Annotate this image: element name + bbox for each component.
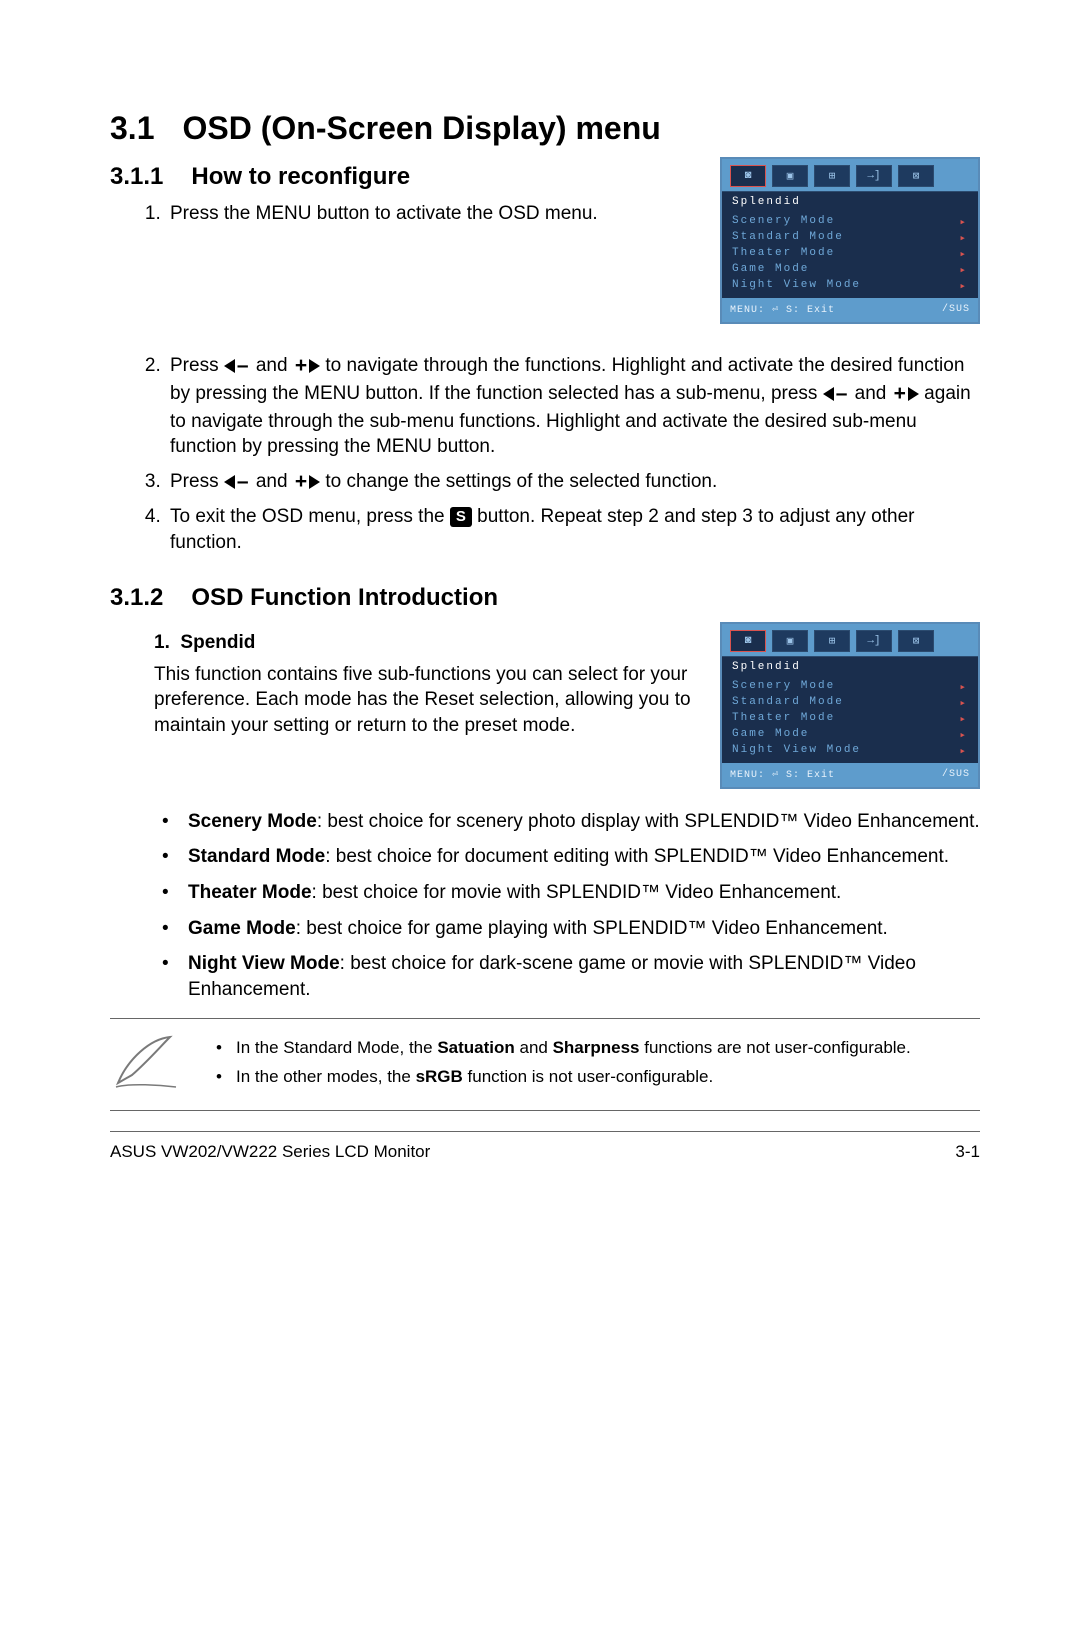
list-item: Standard Mode: best choice for document … (154, 844, 980, 870)
chevron-right-icon: ▸ (959, 696, 968, 710)
osd-footer: MENU: ⏎ S: Exit /SUS (722, 763, 978, 787)
osd-tab-image-icon: ▣ (772, 165, 808, 187)
footer-page-number: 3-1 (955, 1142, 980, 1162)
page-footer: ASUS VW202/VW222 Series LCD Monitor 3-1 (110, 1131, 980, 1162)
list-item: Theater Mode: best choice for movie with… (154, 880, 980, 906)
chevron-right-icon: ▸ (959, 247, 968, 261)
osd-item: Standard Mode▸ (722, 695, 978, 711)
chevron-right-icon: ▸ (959, 215, 968, 229)
plus-icon: + (293, 470, 309, 493)
subsection-312-number: 3.1.2 (110, 584, 163, 612)
mode-desc: : best choice for game playing with SPLE… (296, 918, 888, 939)
step-3: Press – and + to change the settings of … (166, 468, 980, 496)
step-2: Press – and + to navigate through the fu… (166, 352, 980, 460)
subsection-311-number: 3.1.1 (110, 163, 163, 191)
step-4: To exit the OSD menu, press the S button… (166, 504, 980, 555)
osd-items: Scenery Mode▸ Standard Mode▸ Theater Mod… (722, 214, 978, 298)
triangle-right-icon (908, 387, 919, 401)
chevron-right-icon: ▸ (959, 680, 968, 694)
subsection-311-title: How to reconfigure (191, 163, 410, 190)
osd-tab-image-icon: ▣ (772, 630, 808, 652)
subsection-312: 3.1.2 OSD Function Introduction (110, 584, 980, 612)
osd-item: Night View Mode▸ (722, 278, 978, 294)
osd-footer: MENU: ⏎ S: Exit /SUS (722, 298, 978, 322)
triangle-left-icon (224, 359, 235, 373)
triangle-right-icon (309, 359, 320, 373)
minus-icon: – (834, 382, 850, 405)
triangle-left-icon (224, 475, 235, 489)
list-item: Game Mode: best choice for game playing … (154, 916, 980, 942)
plus-icon: + (293, 354, 309, 377)
chevron-right-icon: ▸ (959, 744, 968, 758)
osd-item: Scenery Mode▸ (722, 679, 978, 695)
mode-name: Theater Mode (188, 882, 312, 903)
osd-tab-system-icon: ⊠ (898, 165, 934, 187)
mode-desc: : best choice for movie with SPLENDID™ V… (312, 882, 842, 903)
step-1: Press the MENU button to activate the OS… (166, 201, 696, 227)
osd-tabs: ◙ ▣ ⊞ →] ⊠ (722, 159, 978, 191)
section-title-text: OSD (On-Screen Display) menu (182, 110, 660, 146)
osd-tab-splendid-icon: ◙ (730, 165, 766, 187)
minus-icon: – (235, 354, 251, 377)
osd-item: Game Mode▸ (722, 262, 978, 278)
section-number: 3.1 (110, 110, 154, 147)
osd-item: Theater Mode▸ (722, 711, 978, 727)
chevron-right-icon: ▸ (959, 279, 968, 293)
splendid-title: Spendid (180, 632, 255, 653)
osd-item: Night View Mode▸ (722, 743, 978, 759)
subsection-311: 3.1.1 How to reconfigure (110, 163, 696, 191)
s-button-icon: S (450, 507, 472, 527)
quill-icon (110, 1031, 190, 1096)
mode-desc: : best choice for scenery photo display … (317, 811, 980, 832)
splendid-paragraph: This function contains five sub-function… (154, 662, 696, 739)
splendid-number: 1. (154, 632, 170, 653)
osd-tab-color-icon: ⊞ (814, 630, 850, 652)
triangle-right-icon (309, 475, 320, 489)
osd-screenshot-1: ◙ ▣ ⊞ →] ⊠ Splendid Scenery Mode▸ Standa… (720, 157, 980, 324)
chevron-right-icon: ▸ (959, 263, 968, 277)
osd-screenshot-2: ◙ ▣ ⊞ →] ⊠ Splendid Scenery Mode▸ Standa… (720, 622, 980, 789)
osd-tab-input-icon: →] (856, 165, 892, 187)
chevron-right-icon: ▸ (959, 712, 968, 726)
section-heading: 3.1 OSD (On-Screen Display) menu (110, 110, 980, 147)
osd-footer-logo: /SUS (942, 769, 970, 781)
osd-item: Theater Mode▸ (722, 246, 978, 262)
osd-items: Scenery Mode▸ Standard Mode▸ Theater Mod… (722, 679, 978, 763)
osd-tab-system-icon: ⊠ (898, 630, 934, 652)
footer-left: ASUS VW202/VW222 Series LCD Monitor (110, 1142, 430, 1162)
subsection-312-title: OSD Function Introduction (191, 584, 498, 611)
mode-name: Scenery Mode (188, 811, 317, 832)
note-block: In the Standard Mode, the Satuation and … (110, 1018, 980, 1111)
osd-tab-color-icon: ⊞ (814, 165, 850, 187)
osd-item: Standard Mode▸ (722, 230, 978, 246)
mode-list: Scenery Mode: best choice for scenery ph… (154, 809, 980, 1003)
list-item: Night View Mode: best choice for dark-sc… (154, 951, 980, 1002)
osd-footer-left: MENU: ⏎ S: Exit (730, 304, 835, 316)
osd-footer-logo: /SUS (942, 304, 970, 316)
note-item: In the Standard Mode, the Satuation and … (208, 1037, 980, 1060)
mode-desc: : best choice for document editing with … (325, 846, 949, 867)
mode-name: Game Mode (188, 918, 296, 939)
mode-name: Night View Mode (188, 953, 340, 974)
triangle-left-icon (823, 387, 834, 401)
osd-footer-left: MENU: ⏎ S: Exit (730, 769, 835, 781)
note-item: In the other modes, the sRGB function is… (208, 1066, 980, 1089)
step-1-text: Press the MENU button to activate the OS… (170, 203, 598, 224)
osd-tab-splendid-icon: ◙ (730, 630, 766, 652)
plus-icon: + (892, 382, 908, 405)
osd-tabs: ◙ ▣ ⊞ →] ⊠ (722, 624, 978, 656)
list-item: Scenery Mode: best choice for scenery ph… (154, 809, 980, 835)
osd-header: Splendid (722, 191, 978, 214)
osd-item: Game Mode▸ (722, 727, 978, 743)
splendid-heading: 1. Spendid (154, 632, 696, 654)
minus-icon: – (235, 470, 251, 493)
osd-header: Splendid (722, 656, 978, 679)
mode-name: Standard Mode (188, 846, 325, 867)
osd-tab-input-icon: →] (856, 630, 892, 652)
osd-item: Scenery Mode▸ (722, 214, 978, 230)
chevron-right-icon: ▸ (959, 728, 968, 742)
chevron-right-icon: ▸ (959, 231, 968, 245)
